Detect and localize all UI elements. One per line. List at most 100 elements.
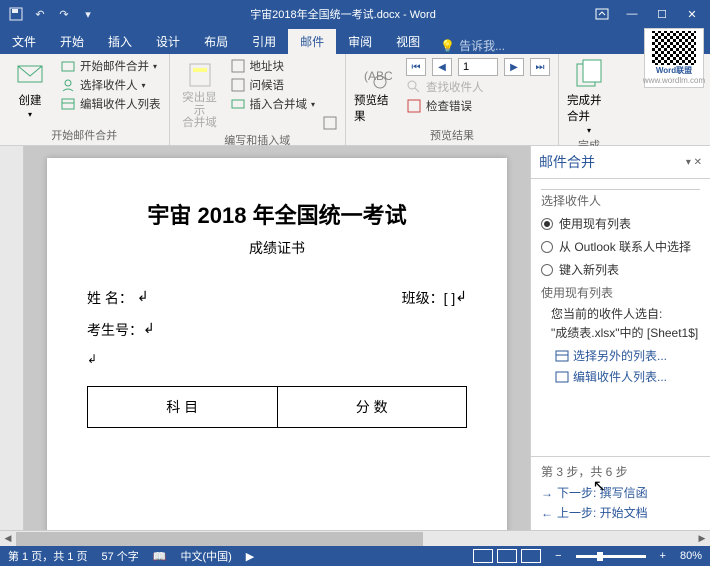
first-record-button[interactable]: ⏮: [406, 58, 426, 76]
cmd-label: 检查错误: [426, 98, 472, 114]
insert-field-icon: [230, 96, 246, 112]
create-label: 创建: [19, 92, 42, 108]
group-preview: (ABC) 预览结果 ⏮ ◀ ▶ ⏭ 查找收件人 检查错误 预览结果: [346, 54, 559, 145]
radio-existing-list[interactable]: 使用现有列表: [541, 215, 700, 232]
select-recipients-button[interactable]: 选择收件人▾: [60, 77, 161, 93]
spell-check-icon[interactable]: 📖: [153, 550, 167, 563]
scrollbar-thumb[interactable]: [16, 532, 423, 546]
tab-layout[interactable]: 布局: [192, 29, 240, 54]
print-layout-icon[interactable]: [497, 549, 517, 563]
ribbon-options-icon[interactable]: [590, 4, 614, 24]
pane-header: 邮件合并 ▾ ✕: [531, 146, 710, 179]
radio-new-list[interactable]: 键入新列表: [541, 261, 700, 278]
word-count[interactable]: 57 个字: [101, 548, 138, 564]
prev-step-link[interactable]: ←上一步: 开始文档: [541, 504, 700, 521]
last-record-button[interactable]: ⏭: [530, 58, 550, 76]
zoom-slider[interactable]: [576, 555, 646, 558]
mail-merge-icon: [60, 58, 76, 74]
brand-name: Word联盟: [656, 65, 692, 76]
table-row: 科 目 分 数: [88, 387, 467, 428]
scroll-left-icon[interactable]: ◀: [0, 532, 16, 546]
envelope-icon: [14, 58, 46, 90]
link-label: 编辑收件人列表...: [573, 368, 667, 385]
tab-mailings[interactable]: 邮件: [288, 29, 336, 54]
mail-merge-pane: 邮件合并 ▾ ✕ 选择收件人 使用现有列表 从 Outlook 联系人中选择 键…: [530, 146, 710, 530]
tell-me-label: 告诉我...: [459, 37, 505, 54]
close-icon[interactable]: ✕: [680, 4, 704, 24]
para-mark: ↲: [87, 352, 467, 366]
radio-label: 使用现有列表: [559, 215, 631, 232]
section-select-recipients: 选择收件人: [541, 189, 700, 209]
edit-list-icon: [555, 370, 569, 384]
workspace: 宇宙 2018 年全国统一考试 成绩证书 姓 名： ↲ 班级：[ ] ↲ 考生号…: [0, 146, 710, 530]
find-recipient-button[interactable]: 查找收件人: [406, 79, 550, 95]
address-block-button[interactable]: 地址块: [230, 58, 316, 74]
save-icon[interactable]: [8, 6, 24, 22]
radio-outlook[interactable]: 从 Outlook 联系人中选择: [541, 238, 700, 255]
tell-me[interactable]: 💡 告诉我...: [432, 37, 513, 54]
radio-icon: [541, 264, 553, 276]
finish-merge-button[interactable]: 完成并合并 ▾: [567, 58, 611, 135]
create-button[interactable]: 创建 ▾: [8, 58, 52, 119]
qr-code-icon: [652, 31, 696, 65]
preview-icon: (ABC): [360, 58, 392, 90]
pane-menu-icon[interactable]: ▾ ✕: [686, 157, 702, 168]
horizontal-scrollbar[interactable]: ◀ ▶: [0, 530, 710, 546]
minimize-icon[interactable]: —: [620, 4, 644, 24]
greeting-line-button[interactable]: 问候语: [230, 77, 316, 93]
vertical-ruler: [0, 146, 24, 530]
next-step-link[interactable]: →下一步: 撰写信函: [541, 484, 700, 501]
highlight-fields-button[interactable]: 突出显示 合并域: [178, 58, 222, 130]
group-write-insert: 突出显示 合并域 地址块 问候语 插入合并域▾ 编写和插入域: [170, 54, 347, 145]
next-record-button[interactable]: ▶: [504, 58, 524, 76]
tab-file[interactable]: 文件: [0, 29, 48, 54]
maximize-icon[interactable]: ☐: [650, 4, 674, 24]
group-start-merge: 创建 ▾ 开始邮件合并▾ 选择收件人▾ 编辑收件人列表 开始邮件合并: [0, 54, 170, 145]
zoom-out-button[interactable]: −: [555, 550, 561, 562]
scrollbar-track[interactable]: [16, 532, 694, 546]
document-area[interactable]: 宇宙 2018 年全国统一考试 成绩证书 姓 名： ↲ 班级：[ ] ↲ 考生号…: [24, 146, 530, 530]
prev-record-button[interactable]: ◀: [432, 58, 452, 76]
read-mode-icon[interactable]: [473, 549, 493, 563]
qr-watermark: Word联盟 www.wordlm.com: [644, 28, 704, 88]
edit-list-icon: [60, 96, 76, 112]
language-indicator[interactable]: 中文(中国): [180, 548, 231, 564]
name-label: 姓 名：: [87, 288, 133, 308]
preview-results-button[interactable]: (ABC) 预览结果: [354, 58, 398, 124]
start-mail-merge-button[interactable]: 开始邮件合并▾: [60, 58, 161, 74]
link-label: 下一步: 撰写信函: [557, 484, 648, 501]
page-indicator[interactable]: 第 1 页，共 1 页: [8, 548, 87, 564]
insert-merge-field-button[interactable]: 插入合并域▾: [230, 96, 316, 112]
section-use-existing: 使用现有列表: [541, 284, 700, 301]
tab-view[interactable]: 视图: [384, 29, 432, 54]
rules-dropdown[interactable]: [323, 116, 337, 130]
group-finish: 完成并合并 ▾ 完成: [559, 54, 619, 145]
redo-icon[interactable]: ↷: [56, 6, 72, 22]
edit-recipient-list-link[interactable]: 编辑收件人列表...: [555, 368, 700, 385]
view-buttons: [473, 549, 541, 563]
cmd-label: 查找收件人: [426, 79, 484, 95]
finish-label: 完成并合并: [567, 92, 611, 124]
tab-references[interactable]: 引用: [240, 29, 288, 54]
undo-icon[interactable]: ↶: [32, 6, 48, 22]
cmd-label: 选择收件人: [80, 77, 138, 93]
tab-home[interactable]: 开始: [48, 29, 96, 54]
zoom-in-button[interactable]: +: [660, 550, 666, 562]
class-label: 班级：[ ]: [402, 288, 456, 308]
dropdown-icon: ▾: [28, 110, 32, 119]
qat-dropdown-icon[interactable]: ▾: [80, 6, 96, 22]
bulb-icon: 💡: [440, 39, 455, 53]
scroll-right-icon[interactable]: ▶: [694, 532, 710, 546]
tab-design[interactable]: 设计: [144, 29, 192, 54]
record-number-input[interactable]: [458, 58, 498, 76]
tab-review[interactable]: 审阅: [336, 29, 384, 54]
preview-label: 预览结果: [354, 92, 398, 124]
edit-recipient-list-button[interactable]: 编辑收件人列表: [60, 96, 161, 112]
select-other-list-link[interactable]: 选择另外的列表...: [555, 347, 700, 364]
arrow-left-icon: ←: [541, 506, 553, 520]
web-layout-icon[interactable]: [521, 549, 541, 563]
zoom-level[interactable]: 80%: [680, 550, 702, 562]
macro-icon[interactable]: ▶: [246, 550, 254, 563]
tab-insert[interactable]: 插入: [96, 29, 144, 54]
check-errors-button[interactable]: 检查错误: [406, 98, 550, 114]
